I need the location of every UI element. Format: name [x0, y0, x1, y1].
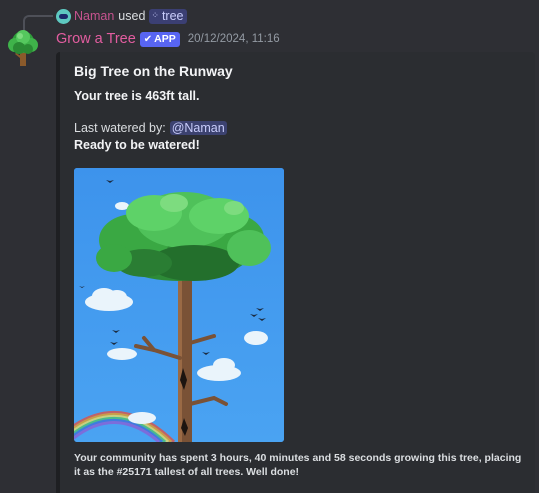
- message-header: Grow a Tree ✔ APP 20/12/2024, 11:16: [56, 30, 280, 48]
- reply-used-text: used: [118, 9, 146, 23]
- slash-command-icon: ⁘: [151, 11, 159, 21]
- bot-message: Naman used ⁘ tree Grow a Tree ✔ APP 20/1…: [0, 0, 539, 493]
- message-timestamp[interactable]: 20/12/2024, 11:16: [188, 33, 280, 45]
- water-status-text: Ready to be watered!: [74, 138, 200, 152]
- last-watered-label: Last watered by:: [74, 121, 166, 135]
- bot-username[interactable]: Grow a Tree: [56, 31, 136, 47]
- app-tag-label: APP: [154, 33, 176, 45]
- user-mention[interactable]: @Naman: [169, 121, 227, 135]
- command-name: tree: [161, 9, 184, 23]
- last-watered-row: Last watered by: @Naman: [74, 121, 227, 135]
- reply-reference[interactable]: Naman used ⁘ tree: [56, 8, 187, 24]
- tree-illustration[interactable]: [74, 168, 284, 442]
- reply-username[interactable]: Naman: [74, 9, 114, 23]
- tree-embed: Big Tree on the Runway Your tree is 463f…: [56, 52, 535, 493]
- embed-footer-text: Your community has spent 3 hours, 40 min…: [74, 452, 522, 478]
- embed-title: Big Tree on the Runway: [74, 63, 233, 79]
- tree-height-text: Your tree is 463ft tall.: [74, 89, 200, 103]
- verified-check-icon: ✔: [143, 33, 153, 45]
- tree-avatar-icon[interactable]: [6, 28, 40, 68]
- command-chip[interactable]: ⁘ tree: [149, 8, 187, 24]
- reply-user-avatar[interactable]: [56, 8, 71, 24]
- app-tag: ✔ APP: [139, 31, 180, 47]
